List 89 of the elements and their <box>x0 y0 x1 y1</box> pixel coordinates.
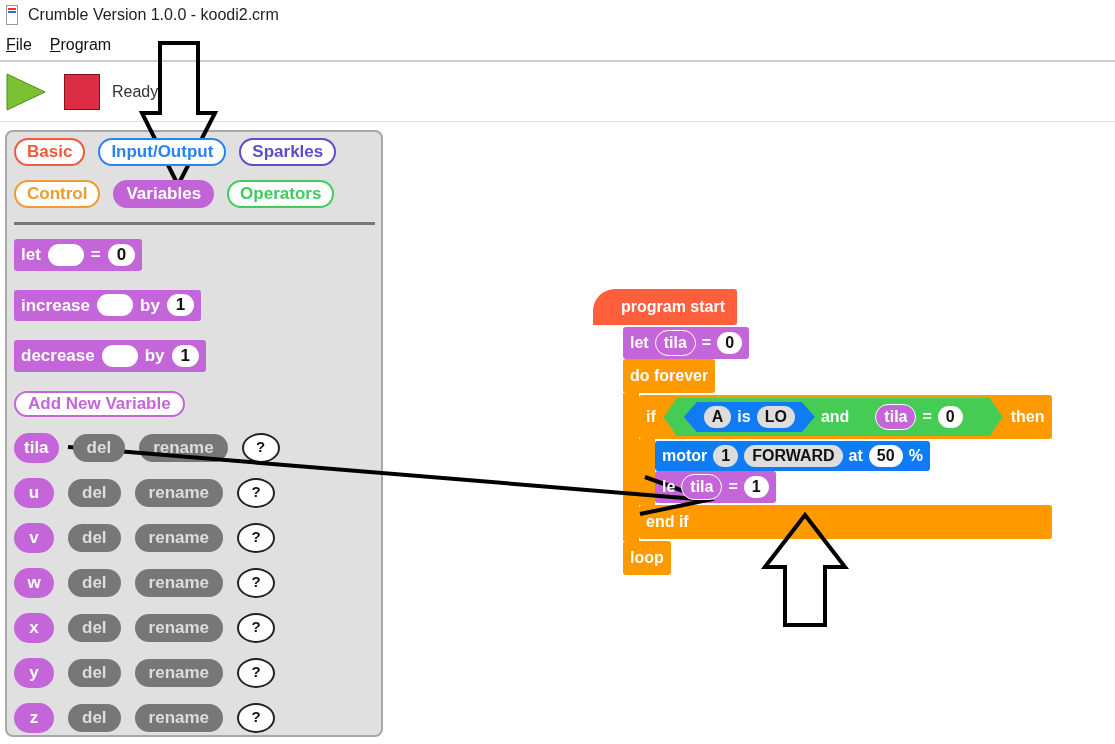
dropdown-field[interactable]: LO <box>756 406 795 428</box>
block-label: and <box>820 407 850 427</box>
loop-block-footer[interactable]: loop <box>623 541 671 575</box>
value-field[interactable]: 1 <box>166 294 195 317</box>
variable-pill[interactable]: tila <box>654 330 696 356</box>
palette-block[interactable]: increase by 1 <box>14 289 202 321</box>
app-icon <box>6 5 18 25</box>
category-tab[interactable]: Sparkles <box>239 138 337 166</box>
delete-button[interactable]: del <box>68 658 121 687</box>
menu-item[interactable]: Program <box>49 33 112 57</box>
help-button[interactable]: ? <box>237 702 276 733</box>
help-button[interactable]: ? <box>237 477 276 508</box>
block-label: increase <box>21 294 90 317</box>
help-button[interactable]: ? <box>237 612 276 643</box>
variable-pill[interactable]: tila <box>875 404 917 430</box>
delete-button[interactable]: del <box>68 523 121 552</box>
block-label: by <box>144 345 165 367</box>
variable-block[interactable]: tila <box>14 432 59 463</box>
loop-block-header[interactable]: do forever <box>623 359 716 393</box>
stop-button[interactable] <box>64 73 100 110</box>
block-label: motor <box>662 446 708 466</box>
value-field[interactable]: 1 <box>743 476 769 498</box>
variable-block[interactable]: u <box>14 477 54 508</box>
input-slot[interactable] <box>47 243 84 266</box>
block-label: let <box>21 244 41 266</box>
status-text: Ready <box>112 81 159 102</box>
category-tab[interactable]: Variables <box>113 180 215 208</box>
rename-button[interactable]: rename <box>134 523 224 552</box>
category-tab[interactable]: Basic <box>14 138 86 166</box>
variable-block[interactable]: x <box>14 612 54 643</box>
input-slot[interactable] <box>101 344 138 367</box>
rename-button[interactable]: rename <box>134 703 224 732</box>
hat-block[interactable]: program start <box>593 289 738 325</box>
palette-block[interactable]: decrease by 1 <box>14 340 207 372</box>
block-label: by <box>140 294 160 317</box>
palette-block[interactable]: let = 0 <box>14 239 143 271</box>
rename-button[interactable]: rename <box>134 568 224 597</box>
condition-block[interactable]: A is LO <box>683 402 815 432</box>
dropdown-field[interactable]: FORWARD <box>744 445 843 467</box>
run-button[interactable] <box>6 72 46 111</box>
block-label: is <box>737 407 751 427</box>
value-field[interactable]: 0 <box>937 406 963 428</box>
block-label: = <box>90 244 101 266</box>
condition-block[interactable]: A is LO and tila = 0 <box>663 398 1003 436</box>
block-label: then <box>1010 407 1045 427</box>
input-slot[interactable] <box>97 294 133 317</box>
dropdown-field[interactable]: A <box>703 406 732 428</box>
variable-block[interactable]: z <box>14 702 54 733</box>
code-block[interactable]: let tila = 0 <box>623 327 750 359</box>
delete-button[interactable]: del <box>68 613 121 642</box>
variable-block[interactable]: w <box>14 567 54 598</box>
delete-button[interactable]: del <box>68 568 121 597</box>
block-label: = <box>701 333 712 353</box>
value-field[interactable]: 1 <box>171 344 200 367</box>
help-button[interactable]: ? <box>241 432 280 463</box>
block-label: at <box>848 446 863 466</box>
rename-button[interactable]: rename <box>134 613 224 642</box>
play-icon <box>6 72 46 111</box>
category-tab[interactable]: Operators <box>227 180 335 208</box>
category-tab[interactable]: Input/Output <box>98 138 227 166</box>
if-block-header[interactable]: if A is LO and tila = 0 then <box>639 395 1052 439</box>
rename-button[interactable]: rename <box>134 658 224 687</box>
block-label: if <box>646 407 656 427</box>
variable-pill[interactable]: tila <box>681 474 723 500</box>
variable-block[interactable]: v <box>14 522 54 553</box>
delete-button[interactable]: del <box>72 433 126 462</box>
block-label: decrease <box>21 345 95 367</box>
block-label: % <box>908 446 923 466</box>
code-block[interactable]: motor 1 FORWARD at 50 % <box>655 441 930 471</box>
variable-block[interactable]: y <box>14 657 54 688</box>
help-button[interactable]: ? <box>237 567 276 598</box>
value-field[interactable]: 0 <box>107 243 136 266</box>
block-label: let <box>630 333 649 353</box>
window-title: Crumble Version 1.0.0 - koodi2.crm <box>28 5 279 25</box>
block-label: = <box>728 477 738 497</box>
stop-icon <box>64 73 100 110</box>
rename-button[interactable]: rename <box>134 478 224 507</box>
help-button[interactable]: ? <box>237 657 276 688</box>
menu-item[interactable]: File <box>6 33 32 57</box>
category-tab[interactable]: Control <box>14 180 101 208</box>
add-variable-button[interactable]: Add New Variable <box>14 390 185 417</box>
if-block-footer[interactable]: end if <box>639 505 1052 539</box>
help-button[interactable]: ? <box>237 522 276 553</box>
value-field[interactable]: 50 <box>868 445 903 467</box>
delete-button[interactable]: del <box>68 703 121 732</box>
delete-button[interactable]: del <box>68 478 121 507</box>
block-label: = <box>922 407 932 427</box>
value-field[interactable]: 0 <box>717 332 743 354</box>
dropdown-field[interactable]: 1 <box>713 445 739 467</box>
